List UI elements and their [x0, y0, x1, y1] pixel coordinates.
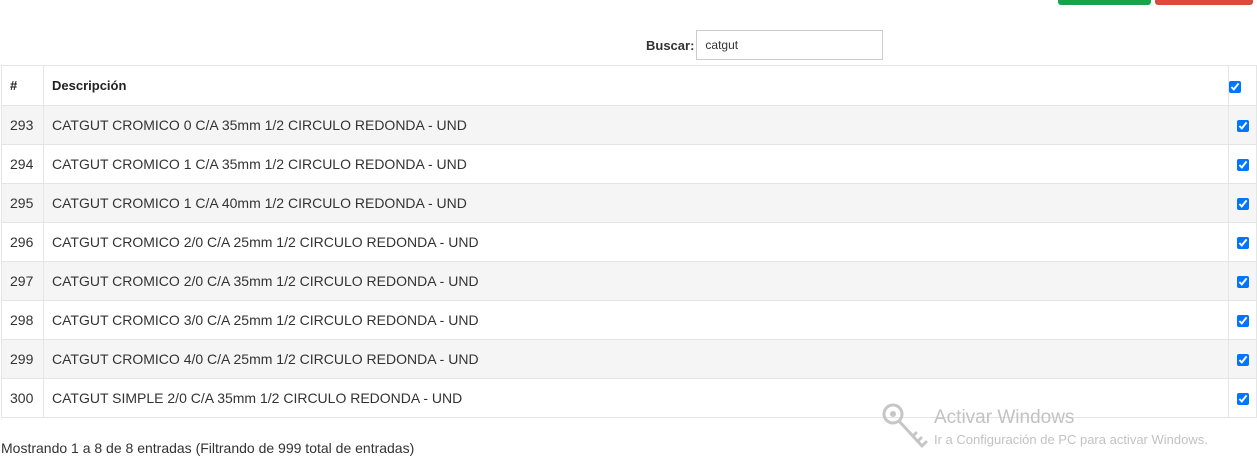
- row-select-cell: [1228, 378, 1257, 418]
- row-description: CATGUT CROMICO 4/0 C/A 25mm 1/2 CIRCULO …: [43, 339, 1229, 379]
- row-number: 299: [1, 339, 44, 379]
- row-select-cell: [1228, 105, 1257, 145]
- row-checkbox[interactable]: [1236, 276, 1249, 289]
- row-number: 295: [1, 183, 44, 223]
- search-input[interactable]: [696, 30, 884, 60]
- results-table: # Descripción 293 CATGUT CROMICO 0 C/A 35…: [1, 65, 1257, 418]
- column-header-select: [1228, 65, 1257, 106]
- row-number: 293: [1, 105, 44, 145]
- row-select-cell: [1228, 261, 1257, 301]
- row-checkbox[interactable]: [1236, 159, 1249, 172]
- row-description: CATGUT CROMICO 2/0 C/A 35mm 1/2 CIRCULO …: [43, 261, 1229, 301]
- row-checkbox[interactable]: [1236, 198, 1249, 211]
- table-row[interactable]: 296 CATGUT CROMICO 2/0 C/A 25mm 1/2 CIRCU…: [1, 222, 1257, 262]
- green-action-button[interactable]: [1058, 0, 1151, 5]
- watermark-subtitle: Ir a Configuración de PC para activar Wi…: [934, 432, 1208, 447]
- table-row[interactable]: 297 CATGUT CROMICO 2/0 C/A 35mm 1/2 CIRCU…: [1, 261, 1257, 301]
- row-select-cell: [1228, 144, 1257, 184]
- table-row[interactable]: 295 CATGUT CROMICO 1 C/A 40mm 1/2 CIRCULO…: [1, 183, 1257, 223]
- select-all-checkbox[interactable]: [1229, 80, 1241, 93]
- row-checkbox[interactable]: [1236, 315, 1249, 328]
- row-select-cell: [1228, 300, 1257, 340]
- table-row[interactable]: 299 CATGUT CROMICO 4/0 C/A 25mm 1/2 CIRCU…: [1, 339, 1257, 379]
- row-number: 296: [1, 222, 44, 262]
- row-description: CATGUT CROMICO 2/0 C/A 25mm 1/2 CIRCULO …: [43, 222, 1229, 262]
- row-select-cell: [1228, 222, 1257, 262]
- row-checkbox[interactable]: [1236, 354, 1249, 367]
- row-checkbox[interactable]: [1236, 393, 1249, 406]
- row-checkbox[interactable]: [1236, 237, 1249, 250]
- row-select-cell: [1228, 339, 1257, 379]
- row-description: CATGUT CROMICO 1 C/A 40mm 1/2 CIRCULO RE…: [43, 183, 1229, 223]
- table-info: Mostrando 1 a 8 de 8 entradas (Filtrando…: [1, 440, 415, 456]
- red-action-button[interactable]: [1155, 0, 1253, 5]
- row-number: 300: [1, 378, 44, 418]
- row-checkbox[interactable]: [1236, 120, 1249, 133]
- row-description: CATGUT CROMICO 0 C/A 35mm 1/2 CIRCULO RE…: [43, 105, 1229, 145]
- column-header-description[interactable]: Descripción: [43, 65, 1229, 106]
- table-row[interactable]: 293 CATGUT CROMICO 0 C/A 35mm 1/2 CIRCULO…: [1, 105, 1257, 145]
- row-select-cell: [1228, 183, 1257, 223]
- column-header-number[interactable]: #: [1, 65, 44, 106]
- row-number: 297: [1, 261, 44, 301]
- table-row[interactable]: 298 CATGUT CROMICO 3/0 C/A 25mm 1/2 CIRCU…: [1, 300, 1257, 340]
- row-number: 294: [1, 144, 44, 184]
- row-description: CATGUT CROMICO 1 C/A 35mm 1/2 CIRCULO RE…: [43, 144, 1229, 184]
- search-label: Buscar:: [646, 37, 695, 53]
- search-bar: Buscar:: [646, 30, 884, 60]
- row-description: CATGUT CROMICO 3/0 C/A 25mm 1/2 CIRCULO …: [43, 300, 1229, 340]
- table-body: 293 CATGUT CROMICO 0 C/A 35mm 1/2 CIRCULO…: [1, 105, 1257, 418]
- table-header-row: # Descripción: [1, 65, 1257, 106]
- row-description: CATGUT SIMPLE 2/0 C/A 35mm 1/2 CIRCULO R…: [43, 378, 1229, 418]
- table-row[interactable]: 294 CATGUT CROMICO 1 C/A 35mm 1/2 CIRCULO…: [1, 144, 1257, 184]
- table-row[interactable]: 300 CATGUT SIMPLE 2/0 C/A 35mm 1/2 CIRCUL…: [1, 378, 1257, 418]
- row-number: 298: [1, 300, 44, 340]
